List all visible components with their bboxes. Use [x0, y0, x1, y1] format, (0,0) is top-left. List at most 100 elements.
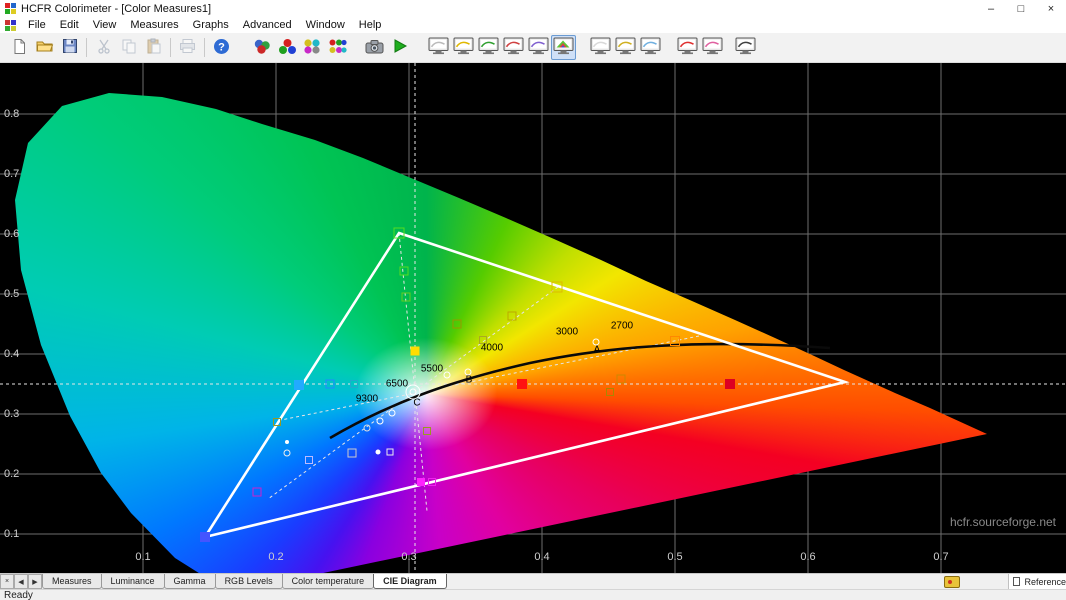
measurement-point — [411, 347, 420, 356]
monitor-chart-icon — [735, 37, 756, 58]
hcfr-palette-icon[interactable] — [944, 576, 960, 588]
tab-scroll-right-button[interactable]: ▶ — [28, 574, 42, 589]
toolbar-gap — [576, 47, 588, 48]
measurement-point — [394, 228, 405, 239]
copy-button[interactable] — [116, 35, 141, 60]
measurement-point — [387, 449, 394, 456]
configure-sensor-button[interactable] — [250, 35, 275, 60]
monitor-chart-icon — [640, 37, 661, 58]
x-axis-tick-label: 0.3 — [401, 551, 416, 563]
minimize-button[interactable]: – — [976, 0, 1006, 17]
cie-diagram-chart[interactable]: 0.10.20.30.40.50.60.70.80.70.60.50.40.30… — [0, 63, 1066, 573]
document-icon — [5, 20, 16, 31]
x-axis-tick-label: 0.7 — [933, 551, 948, 563]
measure-all-colors-button[interactable] — [325, 35, 350, 60]
window-title: HCFR Colorimeter - [Color Measures1] — [21, 3, 211, 15]
temperature-label-4000: 4000 — [481, 343, 503, 354]
menu-item-help[interactable]: Help — [352, 18, 389, 32]
measurement-point — [402, 293, 411, 302]
measurement-point — [285, 440, 289, 444]
menu-item-window[interactable]: Window — [299, 18, 352, 32]
toolbar-separator — [204, 38, 205, 57]
tab-gamma[interactable]: Gamma — [164, 574, 216, 589]
monitor-chart-icon — [503, 37, 524, 58]
view-rgb-levels-button[interactable] — [501, 35, 526, 60]
tab-cie-diagram[interactable]: CIE Diagram — [373, 574, 447, 589]
maximize-button[interactable]: □ — [1006, 0, 1036, 17]
measurement-point — [305, 456, 313, 464]
sensor-spheres-icon — [253, 38, 272, 58]
close-button[interactable]: × — [1036, 0, 1066, 17]
tab-rgb-levels[interactable]: RGB Levels — [215, 574, 283, 589]
y-axis-tick-label: 0.8 — [4, 108, 19, 120]
measurement-point — [428, 478, 436, 486]
measurement-point — [444, 372, 451, 379]
y-axis-tick-label: 0.1 — [4, 528, 19, 540]
view-luminance-button[interactable] — [451, 35, 476, 60]
menu-item-advanced[interactable]: Advanced — [236, 18, 299, 32]
view-saturation-button[interactable] — [613, 35, 638, 60]
menu-item-view[interactable]: View — [86, 18, 124, 32]
cut-button[interactable] — [91, 35, 116, 60]
tab-scroll-left-button[interactable]: ◀ — [14, 574, 28, 589]
window-controls: –□× — [976, 0, 1066, 17]
print-button[interactable] — [175, 35, 200, 60]
help-icon: ? — [213, 38, 230, 58]
tab-luminance[interactable]: Luminance — [101, 574, 165, 589]
measure-primaries-button[interactable] — [275, 35, 300, 60]
measurement-point — [410, 389, 417, 396]
measurement-point — [400, 267, 409, 276]
toolbar-gap — [725, 47, 733, 48]
monitor-chart-icon — [453, 37, 474, 58]
copy-icon — [121, 38, 137, 57]
measurement-point — [284, 450, 291, 457]
menu-item-edit[interactable]: Edit — [53, 18, 86, 32]
measure-secondaries-button[interactable] — [300, 35, 325, 60]
paste-icon — [146, 38, 162, 57]
view-contrast-button[interactable] — [638, 35, 663, 60]
view-cie-diagram-button[interactable] — [551, 35, 576, 60]
status-text: Ready — [4, 590, 33, 600]
new-file-button[interactable] — [7, 35, 32, 60]
view-gamma-button[interactable] — [476, 35, 501, 60]
run-measures-button[interactable] — [387, 35, 412, 60]
x-axis-tick-label: 0.4 — [534, 551, 549, 563]
help-button[interactable]: ? — [209, 35, 234, 60]
monitor-chart-icon — [528, 37, 549, 58]
view-measures-button[interactable] — [426, 35, 451, 60]
view-color-temperature-button[interactable] — [526, 35, 551, 60]
menu-item-measures[interactable]: Measures — [123, 18, 185, 32]
x-axis-tick-label: 0.1 — [135, 551, 150, 563]
measurement-point — [253, 488, 262, 497]
monitor-chart-icon — [677, 37, 698, 58]
menu-item-file[interactable]: File — [21, 18, 53, 32]
measurement-point — [377, 418, 384, 425]
play-icon — [392, 38, 408, 57]
color-balls-icon — [303, 38, 322, 58]
save-icon — [62, 38, 78, 57]
capture-button[interactable] — [362, 35, 387, 60]
toolbar-separator — [86, 38, 87, 57]
measurement-point — [617, 375, 626, 384]
view-free-measures-button[interactable] — [700, 35, 725, 60]
view-full-screen-button[interactable] — [733, 35, 758, 60]
paste-button[interactable] — [141, 35, 166, 60]
measurement-point — [606, 388, 614, 396]
view-red-saturation-button[interactable] — [675, 35, 700, 60]
save-button[interactable] — [57, 35, 82, 60]
temperature-label-9300: 9300 — [356, 394, 378, 405]
menu-bar: FileEditViewMeasuresGraphsAdvancedWindow… — [0, 17, 1066, 33]
x-axis-tick-label: 0.6 — [800, 551, 815, 563]
reference-checkbox[interactable] — [1013, 577, 1020, 586]
tab-measures[interactable]: Measures — [42, 574, 102, 589]
measurement-point — [350, 380, 358, 388]
tab-color-temperature[interactable]: Color temperature — [282, 574, 375, 589]
monitor-chart-icon — [428, 37, 449, 58]
app-logo-icon — [5, 3, 16, 14]
menu-items: FileEditViewMeasuresGraphsAdvancedWindow… — [21, 18, 388, 32]
view-measures-grid-button[interactable] — [588, 35, 613, 60]
tab-close-button[interactable]: × — [0, 574, 14, 589]
menu-item-graphs[interactable]: Graphs — [186, 18, 236, 32]
open-file-button[interactable] — [32, 35, 57, 60]
measurement-point — [417, 478, 425, 486]
